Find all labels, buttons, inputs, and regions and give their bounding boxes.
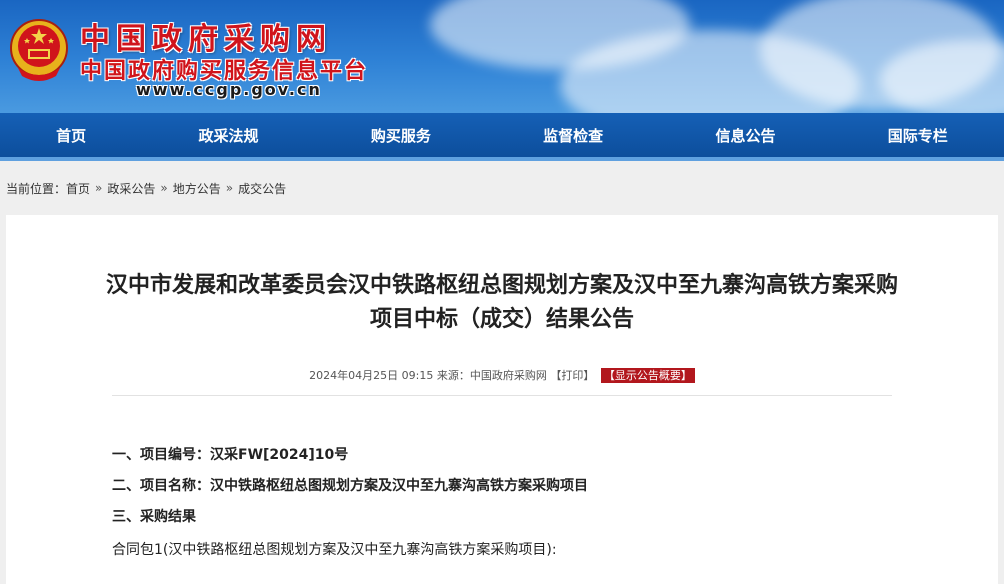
main-nav: 首页 政采法规 购买服务 监督检查 信息公告 国际专栏 [0, 113, 1004, 161]
article-source: 来源：中国政府采购网 [436, 369, 547, 382]
show-summary-button[interactable]: 【显示公告概要】 [600, 368, 695, 383]
print-link[interactable]: 【打印】 [550, 369, 594, 382]
breadcrumb-item-home[interactable]: 首页 [66, 180, 90, 197]
article-title-line1: 汉中市发展和改革委员会汉中铁路枢纽总图规划方案及汉中至九寨沟高铁方案采购 [105, 273, 898, 298]
national-emblem-icon [10, 19, 68, 81]
project-name: 二、项目名称：汉中铁路枢纽总图规划方案及汉中至九寨沟高铁方案采购项目 [112, 478, 588, 494]
breadcrumb-separator: » [225, 181, 234, 195]
article-body: 一、项目编号：汉采FW[2024]10号 二、项目名称：汉中铁路枢纽总图规划方案… [112, 396, 892, 566]
article-container: 汉中市发展和改革委员会汉中铁路枢纽总图规划方案及汉中至九寨沟高铁方案采购 项目中… [6, 215, 998, 584]
site-url: www.ccgp.gov.cn [136, 80, 322, 99]
project-number: 一、项目编号：汉采FW[2024]10号 [112, 447, 349, 463]
breadcrumb-item-procurement-notices[interactable]: 政采公告 [107, 180, 155, 197]
breadcrumb: 当前位置： 首页 » 政采公告 » 地方公告 » 成交公告 [0, 161, 1004, 215]
nav-item-international[interactable]: 国际专栏 [878, 125, 958, 146]
article-title-line2: 项目中标（成交）结果公告 [369, 307, 634, 332]
breadcrumb-item-deal-notices[interactable]: 成交公告 [238, 180, 286, 197]
publish-datetime: 2024年04月25日 09:15 [309, 369, 434, 382]
article-title: 汉中市发展和改革委员会汉中铁路枢纽总图规划方案及汉中至九寨沟高铁方案采购 项目中… [22, 215, 982, 337]
nav-item-supervision[interactable]: 监督检查 [533, 125, 613, 146]
contract-package: 合同包1(汉中铁路枢纽总图规划方案及汉中至九寨沟高铁方案采购项目): [112, 542, 557, 558]
breadcrumb-item-local-notices[interactable]: 地方公告 [173, 180, 221, 197]
site-name: 中国政府采购网 [80, 22, 332, 57]
article-meta: 2024年04月25日 09:15 来源：中国政府采购网 【打印】 【显示公告概… [6, 367, 998, 383]
nav-item-regulations[interactable]: 政采法规 [188, 125, 268, 146]
site-banner: 中国政府采购网 中国政府购买服务信息平台 www.ccgp.gov.cn [0, 0, 1004, 113]
breadcrumb-separator: » [95, 181, 103, 195]
nav-item-announcements[interactable]: 信息公告 [705, 125, 785, 146]
breadcrumb-separator: » [160, 181, 168, 195]
procurement-results-heading: 三、采购结果 [112, 509, 196, 525]
breadcrumb-prefix: 当前位置： [6, 181, 67, 196]
nav-item-home[interactable]: 首页 [46, 125, 96, 146]
nav-item-purchase-services[interactable]: 购买服务 [361, 125, 441, 146]
